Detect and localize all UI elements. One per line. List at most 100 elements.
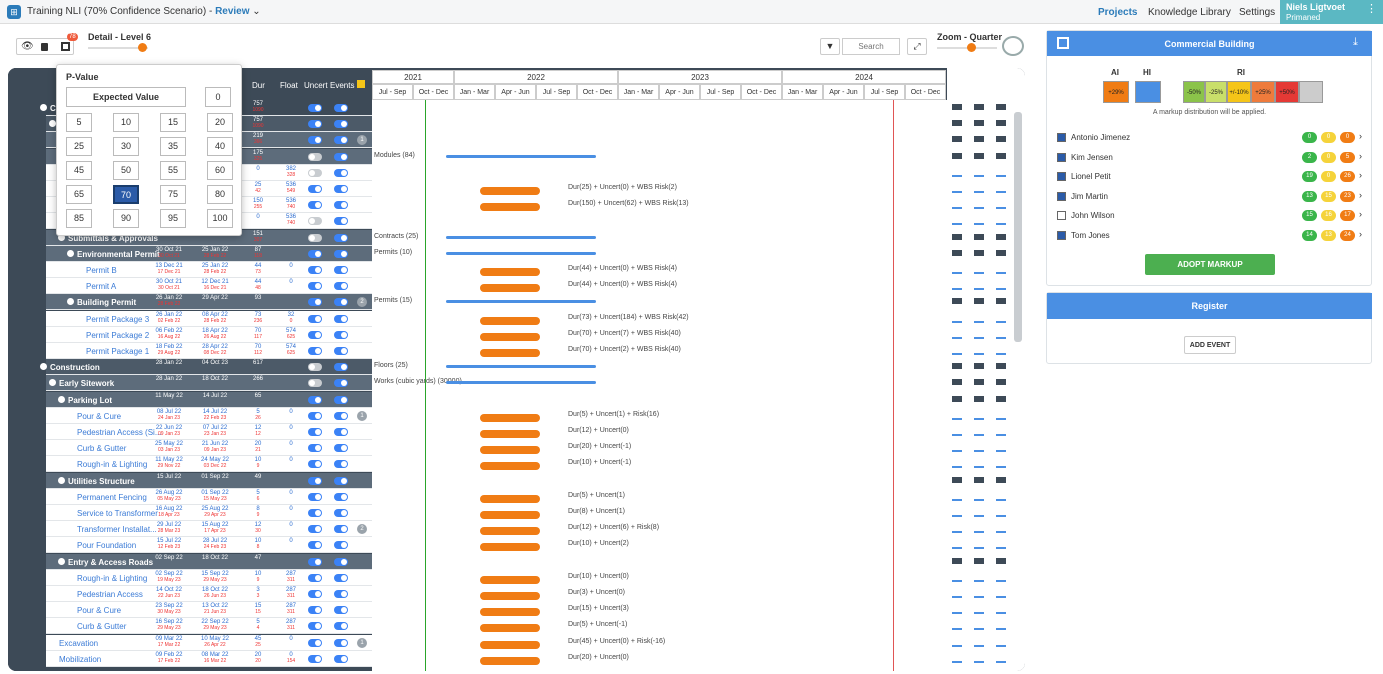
chart-icon[interactable]: [974, 492, 984, 501]
pvalue-option[interactable]: 30: [113, 137, 139, 156]
signal-icon[interactable]: [952, 460, 962, 469]
flag-icon[interactable]: [996, 444, 1006, 453]
uncertainty-toggle[interactable]: [308, 444, 322, 453]
uncertainty-toggle[interactable]: [308, 638, 322, 647]
col-header-uncert[interactable]: Uncert: [304, 81, 328, 90]
nav-projects[interactable]: Projects: [1098, 7, 1137, 18]
chart-icon[interactable]: [974, 379, 984, 388]
chart-icon[interactable]: [974, 590, 984, 598]
uncertainty-toggle[interactable]: [308, 136, 322, 145]
flag-icon[interactable]: [996, 314, 1006, 323]
flag-icon[interactable]: [996, 573, 1006, 582]
events-count-badge[interactable]: 2: [357, 524, 367, 535]
table-row[interactable]: Rough-in & Lighting 11 May 22 29 Nov 22 24 …: [46, 456, 372, 473]
chart-icon[interactable]: [974, 152, 984, 161]
events-toggle[interactable]: [334, 411, 348, 420]
person-row[interactable]: Antonio Jimenez 0 0 0 ›: [1057, 131, 1363, 145]
chart-icon[interactable]: [974, 168, 984, 177]
uncertainty-toggle[interactable]: [308, 606, 322, 615]
table-row[interactable]: Transformer Installat... 29 Jul 22 28 Mar …: [46, 521, 372, 538]
events-toggle[interactable]: [334, 460, 348, 469]
gantt-bar[interactable]: [446, 154, 596, 158]
events-toggle[interactable]: [334, 557, 348, 566]
events-toggle[interactable]: [334, 201, 348, 210]
signal-icon[interactable]: [952, 104, 962, 112]
pvalue-option[interactable]: 45: [66, 161, 92, 180]
gantt-bar[interactable]: [446, 235, 596, 239]
collapse-icon[interactable]: [40, 363, 47, 371]
signal-icon[interactable]: [952, 152, 962, 161]
uncertainty-toggle[interactable]: [308, 330, 322, 339]
table-row[interactable]: Pedestrian Access 14 Oct 22 22 Jun 23 18 Oc…: [46, 586, 372, 602]
flag-icon[interactable]: [996, 476, 1006, 485]
eye-icon[interactable]: 👁: [21, 41, 34, 52]
signal-icon[interactable]: [952, 654, 962, 663]
task-name[interactable]: Curb & Gutter: [77, 622, 126, 631]
task-name[interactable]: Permit Package 1: [86, 347, 149, 356]
uncertainty-toggle[interactable]: [308, 314, 322, 323]
signal-icon[interactable]: [952, 492, 962, 501]
person-checkbox[interactable]: [1057, 172, 1066, 181]
flag-icon[interactable]: [996, 136, 1006, 145]
chevron-down-icon[interactable]: ⌄: [250, 6, 260, 17]
table-row[interactable]: Service to Transformer 16 Aug 22 18 Apr 23…: [46, 505, 372, 521]
table-row[interactable]: Curb & Gutter 25 May 22 03 Jan 23 21 Jun 22…: [46, 440, 372, 457]
review-status-dropdown[interactable]: Review: [215, 6, 249, 17]
markup-segment[interactable]: +29%: [1103, 81, 1129, 103]
table-row[interactable]: Permit Package 3 26 Jan 22 02 Feb 22 08 Apr…: [46, 310, 372, 327]
gantt-bar[interactable]: [480, 624, 540, 633]
signal-icon[interactable]: [952, 314, 962, 323]
events-toggle[interactable]: [334, 136, 348, 145]
chart-icon[interactable]: [974, 249, 984, 258]
gantt-bar[interactable]: [480, 543, 540, 552]
chevron-right-icon[interactable]: ›: [1359, 131, 1362, 141]
chevron-right-icon[interactable]: ›: [1359, 229, 1362, 239]
gantt-bar[interactable]: [480, 527, 540, 536]
chart-icon[interactable]: [974, 282, 984, 291]
pvalue-option[interactable]: 95: [160, 209, 186, 228]
grid-icon[interactable]: [61, 42, 70, 51]
signal-icon[interactable]: [952, 444, 962, 453]
pvalue-option[interactable]: 25: [66, 137, 92, 156]
fullscreen-button[interactable]: ⤢: [907, 38, 927, 55]
task-name[interactable]: Construction: [50, 363, 100, 372]
events-count-badge[interactable]: 1: [357, 135, 367, 146]
expected-value-field[interactable]: 0: [205, 87, 231, 107]
brain-icon[interactable]: [1002, 36, 1024, 56]
collapse-icon[interactable]: [49, 379, 56, 387]
table-row[interactable]: Pour & Cure 08 Jul 22 24 Jan 23 14 Jul 22 22…: [46, 407, 372, 424]
events-toggle[interactable]: [334, 428, 348, 436]
chart-icon[interactable]: [974, 541, 984, 550]
notes-column-icon[interactable]: [357, 80, 365, 88]
pvalue-option[interactable]: 50: [113, 161, 139, 180]
chart-icon[interactable]: [974, 573, 984, 582]
signal-icon[interactable]: [952, 411, 962, 420]
gantt-bar[interactable]: [446, 251, 596, 255]
task-name[interactable]: Permit B: [86, 266, 117, 275]
gantt-bar[interactable]: [480, 656, 540, 665]
events-toggle[interactable]: [334, 330, 348, 339]
events-toggle[interactable]: [334, 476, 348, 485]
task-name[interactable]: Excavation: [59, 639, 98, 648]
gantt-bar[interactable]: [446, 365, 596, 369]
events-toggle[interactable]: [334, 363, 348, 372]
events-toggle[interactable]: [334, 120, 348, 129]
signal-icon[interactable]: [952, 185, 962, 193]
gantt-bar[interactable]: [480, 203, 540, 212]
events-toggle[interactable]: [334, 444, 348, 453]
uncertainty-toggle[interactable]: [308, 201, 322, 210]
events-count-badge[interactable]: 1: [357, 637, 367, 648]
events-toggle[interactable]: [334, 541, 348, 550]
signal-icon[interactable]: [952, 363, 962, 372]
uncertainty-toggle[interactable]: [308, 476, 322, 485]
pvalue-option[interactable]: 60: [207, 161, 233, 180]
uncertainty-toggle[interactable]: [308, 266, 322, 274]
chevron-right-icon[interactable]: ›: [1359, 151, 1362, 161]
nav-settings[interactable]: Settings: [1239, 7, 1275, 18]
chart-icon[interactable]: [974, 460, 984, 469]
task-name[interactable]: Parking Lot: [68, 396, 112, 405]
uncertainty-toggle[interactable]: [308, 233, 322, 242]
markup-segment[interactable]: +25%: [1251, 81, 1275, 103]
chart-icon[interactable]: [974, 104, 984, 112]
table-row[interactable]: Environmental Permit 30 Oct 21 30 Oct 21 25…: [46, 245, 372, 262]
